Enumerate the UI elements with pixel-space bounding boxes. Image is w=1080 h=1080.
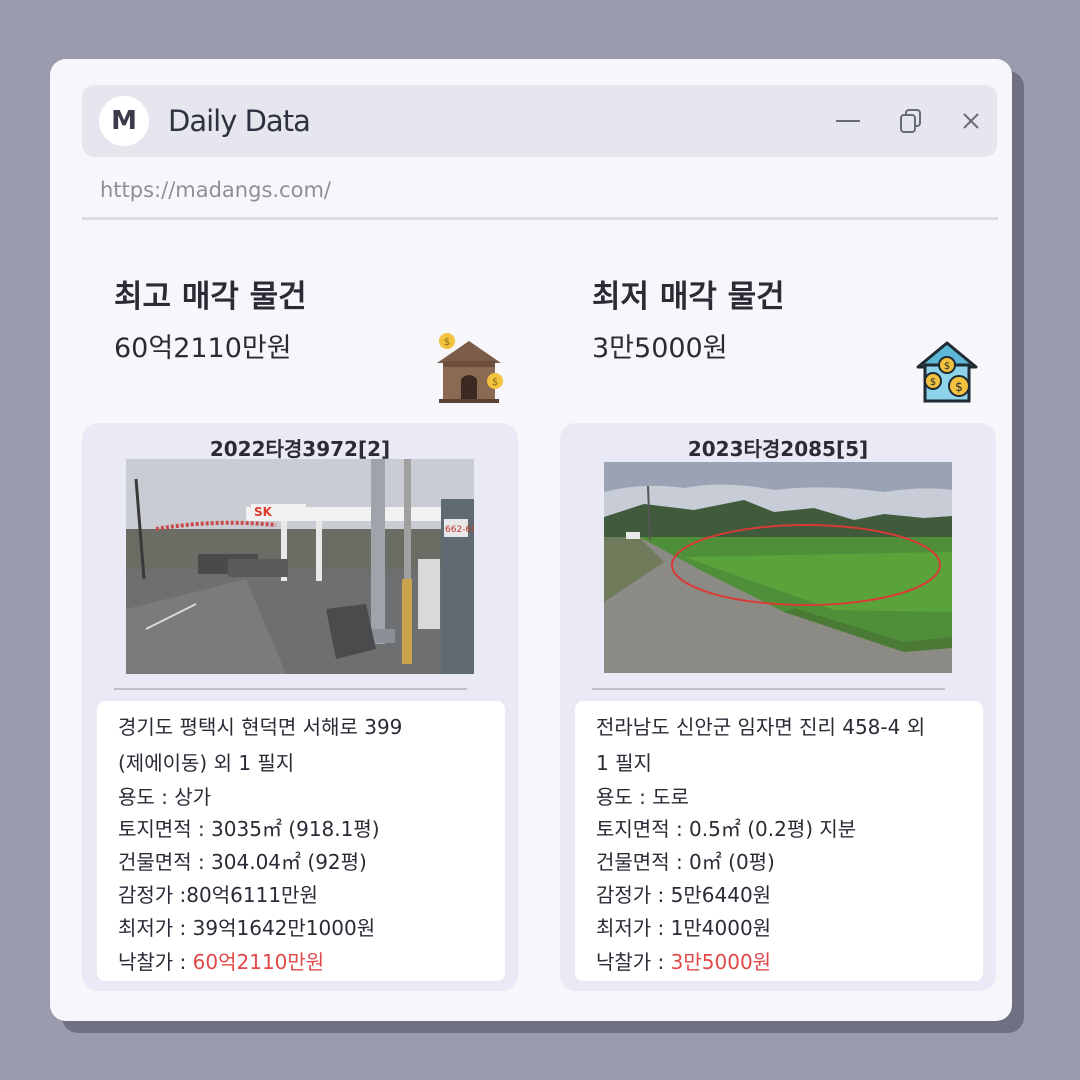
title-bar: M Daily Data [82, 85, 997, 157]
phone-sign-text: 662-60 [445, 525, 474, 535]
svg-text:$: $ [444, 337, 450, 348]
header-divider [82, 217, 998, 220]
svg-text:$: $ [955, 380, 963, 394]
address-line-1: 전라남도 신안군 임자면 진리 458-4 외 [596, 715, 926, 739]
winning-bid-value: 3만5000원 [670, 950, 772, 974]
lowest-amount: 3만5000원 [592, 333, 728, 364]
building-area-text: 건물면적 : 0㎡ (0평) [596, 850, 775, 874]
winning-bid-row: 낙찰가 : 3만5000원 [596, 946, 771, 975]
house-money-icon: $ $ [433, 331, 509, 409]
minimum-price-text: 최저가 : 1만4000원 [596, 916, 772, 940]
case-number[interactable]: 2022타경3972[2] [82, 433, 518, 462]
gas-station-photo: SK 662-60 [126, 459, 474, 674]
lowest-info-panel: 전라남도 신안군 임자면 진리 458-4 외 1 필지 용도 : 도로 토지면… [575, 701, 983, 981]
url-text[interactable]: https://madangs.com/ [100, 178, 331, 202]
address-line-1: 경기도 평택시 현덕면 서해로 399 [118, 715, 403, 739]
home-coins-icon: $ $ $ [916, 339, 978, 407]
winning-bid-row: 낙찰가 : 60억2110만원 [118, 946, 324, 975]
minimize-icon[interactable] [834, 107, 862, 135]
lowest-property-card[interactable]: 2023타경2085[5] 전라남도 신안군 임자면 진리 458-4 외 1 … [560, 423, 996, 991]
restore-icon[interactable] [897, 107, 925, 135]
land-area-text: 토지면적 : 3035㎡ (918.1평) [118, 817, 380, 841]
svg-text:$: $ [930, 377, 936, 388]
winning-bid-label: 낙찰가 : [596, 950, 671, 974]
app-title: Daily Data [168, 104, 311, 138]
case-number[interactable]: 2023타경2085[5] [560, 433, 996, 462]
svg-text:$: $ [944, 361, 950, 372]
address-line-2: 1 필지 [596, 751, 652, 775]
appraisal-text: 감정가 :80억6111만원 [118, 883, 318, 907]
highest-info-panel: 경기도 평택시 현덕면 서해로 399 (제에이동) 외 1 필지 용도 : 상… [97, 701, 505, 981]
highest-property-card[interactable]: 2022타경3972[2] SK 662-60 경기도 평택시 현덕면 서해로 … [82, 423, 518, 991]
minimum-price-text: 최저가 : 39억1642만1000원 [118, 916, 376, 940]
usage-text: 용도 : 상가 [118, 785, 212, 809]
land-area-text: 토지면적 : 0.5㎡ (0.2평) 지분 [596, 817, 857, 841]
card-divider [114, 688, 467, 690]
lowest-title: 최저 매각 물건 [592, 279, 785, 315]
card-divider [592, 688, 945, 690]
highest-amount: 60억2110만원 [114, 333, 292, 364]
close-icon[interactable] [957, 107, 985, 135]
field-road-photo [604, 462, 952, 673]
winning-bid-value: 60억2110만원 [192, 950, 325, 974]
svg-text:$: $ [492, 377, 498, 388]
app-window: M Daily Data https://madangs.com/ 최고 매각 … [50, 59, 1012, 1021]
usage-text: 용도 : 도로 [596, 785, 690, 809]
station-sign-text: SK [254, 505, 273, 519]
appraisal-text: 감정가 : 5만6440원 [596, 883, 772, 907]
winning-bid-label: 낙찰가 : [118, 950, 193, 974]
highest-title: 최고 매각 물건 [114, 279, 307, 315]
avatar[interactable]: M [99, 96, 149, 146]
address-line-2: (제에이동) 외 1 필지 [118, 751, 295, 775]
building-area-text: 건물면적 : 304.04㎡ (92평) [118, 850, 367, 874]
